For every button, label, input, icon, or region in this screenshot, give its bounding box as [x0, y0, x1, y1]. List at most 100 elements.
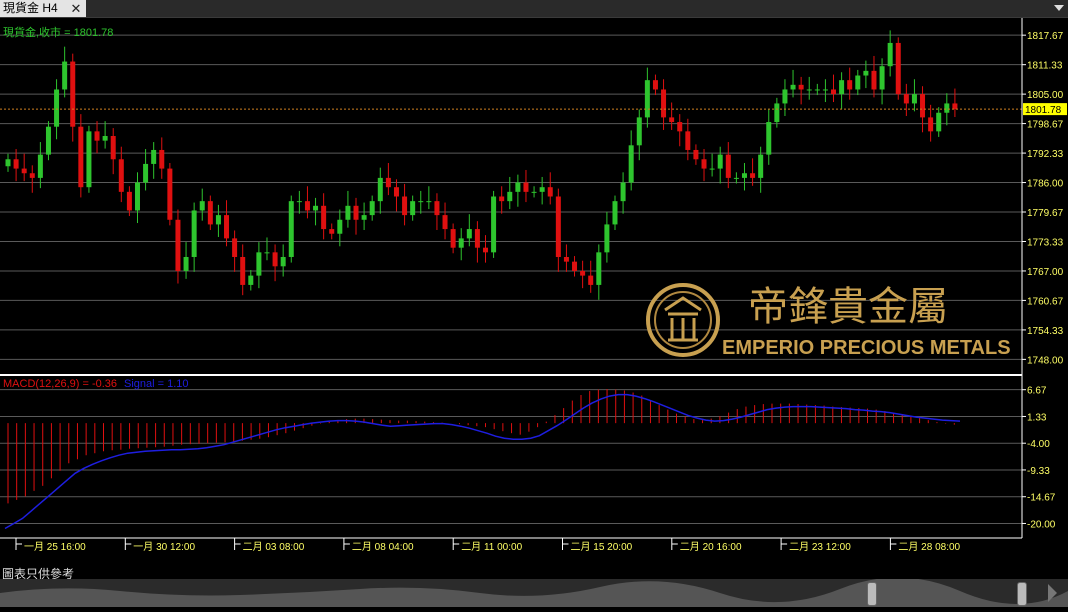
candle-body	[418, 201, 424, 203]
candle-body	[903, 94, 909, 104]
candle-body	[758, 154, 764, 178]
candle-body	[709, 168, 715, 170]
candle-body	[458, 238, 464, 248]
candle-body	[377, 177, 383, 202]
candle-body	[288, 201, 294, 257]
candle-body	[21, 168, 27, 174]
candle-body	[110, 136, 116, 160]
scroll-handle-left[interactable]	[867, 582, 877, 606]
candle-body	[29, 173, 35, 178]
time-tick-label: 一月 25 16:00	[24, 541, 86, 553]
watermark-chinese-text: 帝鋒貴金屬	[748, 284, 948, 330]
candle-body	[321, 205, 327, 230]
price-tick-label: 1779.67	[1027, 208, 1064, 219]
candle-body	[725, 154, 731, 178]
candle-body	[402, 196, 408, 216]
candle-body	[741, 173, 747, 178]
price-tick-label: 1792.33	[1027, 149, 1064, 160]
candle-body	[612, 201, 618, 225]
candle-body	[240, 256, 246, 285]
candle-body	[393, 187, 399, 197]
scroll-handle-right[interactable]	[1017, 582, 1027, 606]
price-chart[interactable]: 1817.67 1811.33 1805.00 1798.67 1792.33 1786.…	[0, 18, 1068, 578]
candle-body	[523, 182, 529, 192]
price-tick-label: 1817.67	[1027, 31, 1064, 42]
price-tick-label: 1798.67	[1027, 120, 1064, 131]
dropdown-arrow-icon[interactable]	[1054, 5, 1064, 11]
macd-tick-label: -4.00	[1027, 439, 1050, 450]
candle-body	[644, 80, 650, 118]
candle-body	[685, 131, 691, 150]
candle-body	[944, 103, 950, 113]
price-tick-label: 1811.33	[1027, 61, 1063, 72]
candle-body	[442, 215, 448, 230]
candle-body	[766, 122, 772, 155]
candle-body	[183, 256, 189, 271]
candle-body	[879, 66, 885, 90]
candle-body	[822, 89, 828, 91]
candle-body	[151, 149, 157, 164]
candle-body	[215, 215, 221, 225]
macd-tick-label: -20.00	[1027, 519, 1056, 530]
scroll-right-arrow-icon[interactable]	[1048, 584, 1057, 602]
candle-body	[499, 196, 505, 202]
candle-body	[507, 191, 513, 202]
candle-body	[474, 229, 480, 248]
macd-tick-label: 6.67	[1027, 386, 1047, 397]
candle-body	[863, 70, 869, 76]
time-tick-label: 二月 11 00:00	[461, 541, 522, 553]
candle-body	[669, 117, 675, 123]
candle-body	[936, 112, 942, 132]
candle-body	[466, 229, 472, 239]
candle-body	[563, 256, 569, 262]
candle-body	[248, 275, 254, 285]
price-tick-label: 1773.33	[1027, 237, 1064, 248]
candle-body	[94, 131, 100, 141]
candle-body	[337, 219, 343, 234]
candle-body	[5, 159, 11, 167]
series-label: 現貨金,收市 = 1801.78	[3, 25, 113, 39]
price-tick-label: 1786.00	[1027, 179, 1064, 190]
candle-body	[232, 238, 238, 257]
candle-body	[207, 201, 213, 225]
candle-body	[426, 201, 432, 203]
candle-body	[296, 201, 302, 203]
candle-body	[434, 201, 440, 216]
chart-tab-title: 現貨金 H4	[3, 1, 58, 15]
candle-body	[70, 61, 76, 127]
macd-tick-label: 1.33	[1027, 412, 1047, 423]
candle-body	[620, 182, 626, 202]
candle-body	[491, 196, 497, 253]
overview-sparkline	[0, 577, 1068, 607]
candle-body	[814, 89, 820, 91]
candle-body	[839, 80, 845, 95]
price-tick-label: 1805.00	[1027, 90, 1064, 101]
candle-body	[86, 131, 92, 188]
candle-body	[750, 173, 756, 178]
candle-body	[256, 252, 262, 276]
candle-body	[531, 191, 537, 193]
candle-body	[790, 84, 796, 90]
candle-body	[329, 229, 335, 234]
candle-body	[224, 215, 230, 239]
candle-body	[102, 136, 108, 141]
time-tick-label: 二月 03 08:00	[243, 541, 305, 553]
candle-body	[450, 229, 456, 248]
candle-body	[264, 252, 270, 254]
close-icon[interactable]: ✕	[69, 0, 83, 17]
price-tick-label: 1767.00	[1027, 267, 1064, 278]
candle-body	[911, 94, 917, 104]
candle-body	[733, 177, 739, 179]
candle-body	[62, 61, 68, 90]
candle-body	[45, 126, 51, 155]
candle-body	[952, 103, 958, 110]
chart-scrollbar[interactable]	[0, 577, 1068, 607]
candle-body	[126, 191, 132, 211]
candle-body	[191, 210, 197, 257]
candle-body	[37, 154, 43, 178]
watermark-english-text: EMPERIO PRECIOUS METALS	[722, 337, 1011, 359]
candle-body	[928, 117, 934, 132]
time-tick-label: 二月 28 08:00	[898, 541, 960, 553]
candle-body	[134, 182, 140, 211]
price-tick-label: 1760.67	[1027, 296, 1064, 307]
